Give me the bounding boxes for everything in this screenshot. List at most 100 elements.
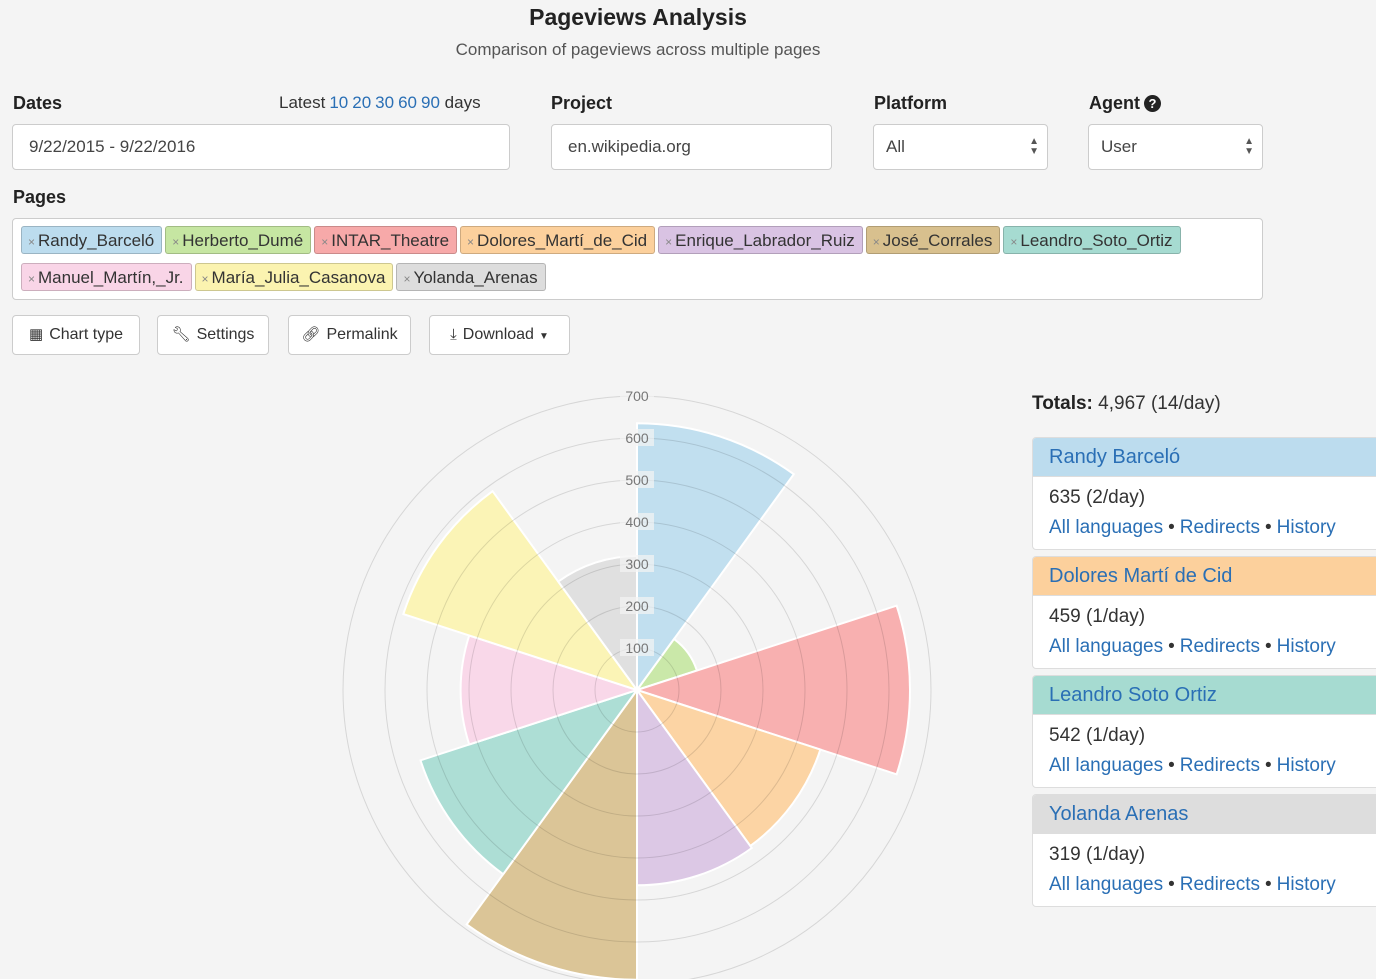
latest-20-link[interactable]: 20 — [352, 93, 371, 112]
page-tag[interactable]: × Herberto_Dumé — [165, 226, 312, 254]
download-button[interactable]: ⤓ Download ▼ — [429, 315, 570, 355]
separator-dot: • — [1168, 755, 1175, 776]
separator-dot: • — [1168, 874, 1175, 895]
totals: Totals: 4,967 (14/day) — [1032, 393, 1221, 415]
page-tag[interactable]: × Enrique_Labrador_Ruiz — [658, 226, 863, 254]
link-icon: 🔗︎ — [301, 326, 321, 343]
separator-dot: • — [1168, 517, 1175, 538]
all-languages-link[interactable]: All languages — [1049, 755, 1163, 776]
platform-select[interactable]: All ▲ ▼ — [873, 124, 1048, 170]
remove-tag-icon[interactable]: × — [202, 272, 209, 286]
all-languages-link[interactable]: All languages — [1049, 874, 1163, 895]
remove-tag-icon[interactable]: × — [28, 272, 35, 286]
totals-label: Totals: — [1032, 393, 1093, 414]
project-input[interactable]: en.wikipedia.org — [551, 124, 832, 170]
card-value: 459 (1/day) — [1049, 606, 1146, 627]
page-subtitle: Comparison of pageviews across multiple … — [455, 40, 821, 59]
page-tag-label: Randy_Barceló — [38, 231, 155, 250]
polar-area-chart: 100 200 300 400 500 600 700 — [342, 387, 932, 979]
history-link[interactable]: History — [1277, 517, 1336, 538]
page-tag[interactable]: × José_Corrales — [865, 226, 1001, 254]
latest-suffix: days — [444, 93, 481, 112]
page-title: Pageviews Analysis — [529, 4, 747, 30]
remove-tag-icon[interactable]: × — [873, 235, 880, 249]
caret-down-icon: ▼ — [538, 331, 549, 342]
page-tag[interactable]: × INTAR_Theatre — [314, 226, 458, 254]
remove-tag-icon[interactable]: × — [172, 235, 179, 249]
page-summary-card: Dolores Martí de Cid 459 (1/day) All langu… — [1032, 556, 1376, 669]
remove-tag-icon[interactable]: × — [403, 272, 410, 286]
pages-tag-input[interactable]: × Randy_Barceló × Herberto_Dumé × INTAR_Theat… — [12, 218, 1263, 300]
card-title[interactable]: Randy Barceló — [1033, 438, 1376, 477]
agent-select[interactable]: User ▲ ▼ — [1088, 124, 1263, 170]
page-tag-label: José_Corrales — [882, 231, 993, 250]
tick-label: 700 — [625, 388, 649, 404]
remove-tag-icon[interactable]: × — [467, 235, 474, 249]
all-languages-link[interactable]: All languages — [1049, 636, 1163, 657]
page-tag-label: Manuel_Martín,_Jr. — [38, 268, 184, 287]
page-tag[interactable]: × Yolanda_Arenas — [396, 263, 546, 291]
page-tag-label: María_Julia_Casanova — [211, 268, 386, 287]
redirects-link[interactable]: Redirects — [1180, 636, 1260, 657]
separator-dot: • — [1265, 874, 1272, 895]
separator-dot: • — [1265, 755, 1272, 776]
history-link[interactable]: History — [1277, 636, 1336, 657]
remove-tag-icon[interactable]: × — [1010, 235, 1017, 249]
page-summary-card: Randy Barceló 635 (2/day) All languages • Re… — [1032, 437, 1376, 550]
page-tag[interactable]: × Leandro_Soto_Ortiz — [1003, 226, 1181, 254]
grid-icon: ▦ — [29, 326, 44, 343]
redirects-link[interactable]: Redirects — [1180, 874, 1260, 895]
latest-30-link[interactable]: 30 — [375, 93, 394, 112]
all-languages-link[interactable]: All languages — [1049, 517, 1163, 538]
pages-label: Pages — [13, 187, 67, 207]
card-title[interactable]: Yolanda Arenas — [1033, 795, 1376, 834]
page-summary-card: Leandro Soto Ortiz 542 (1/day) All languag… — [1032, 675, 1376, 788]
remove-tag-icon[interactable]: × — [321, 235, 328, 249]
remove-tag-icon[interactable]: × — [28, 235, 35, 249]
page-tag[interactable]: × Manuel_Martín,_Jr. — [21, 263, 192, 291]
date-range-input[interactable]: 9/22/2015 - 9/22/2016 — [12, 124, 510, 170]
select-arrows-icon: ▲ ▼ — [1029, 136, 1039, 157]
agent-label: Agent? — [1089, 93, 1161, 114]
page-tag-label: Herberto_Dumé — [182, 231, 304, 250]
totals-value: 4,967 (14/day) — [1098, 393, 1221, 414]
select-arrows-icon: ▲ ▼ — [1244, 136, 1254, 157]
chart-type-button[interactable]: ▦ Chart type — [12, 315, 140, 355]
separator-dot: • — [1168, 636, 1175, 657]
separator-dot: • — [1265, 517, 1272, 538]
redirects-link[interactable]: Redirects — [1180, 755, 1260, 776]
page-tag-label: Leandro_Soto_Ortiz — [1020, 231, 1173, 250]
page-tag-label: Enrique_Labrador_Ruiz — [675, 231, 855, 250]
card-value: 635 (2/day) — [1049, 487, 1146, 508]
tick-label: 400 — [625, 514, 649, 530]
card-title[interactable]: Leandro Soto Ortiz — [1033, 676, 1376, 715]
page-tag[interactable]: × Dolores_Martí_de_Cid — [460, 226, 656, 254]
tick-label: 200 — [625, 598, 649, 614]
page-tag[interactable]: × María_Julia_Casanova — [194, 263, 394, 291]
agent-value: User — [1101, 137, 1137, 156]
page-tag-label: INTAR_Theatre — [331, 231, 450, 250]
history-link[interactable]: History — [1277, 874, 1336, 895]
card-value: 542 (1/day) — [1049, 725, 1146, 746]
tick-label: 300 — [625, 556, 649, 572]
latest-90-link[interactable]: 90 — [421, 93, 440, 112]
tick-label: 600 — [625, 430, 649, 446]
latest-10-link[interactable]: 10 — [329, 93, 348, 112]
tick-label: 100 — [625, 640, 649, 656]
latest-60-link[interactable]: 60 — [398, 93, 417, 112]
redirects-link[interactable]: Redirects — [1180, 517, 1260, 538]
settings-button[interactable]: 🔧︎ Settings — [157, 315, 269, 355]
question-circle-icon[interactable]: ? — [1144, 95, 1161, 112]
history-link[interactable]: History — [1277, 755, 1336, 776]
separator-dot: • — [1265, 636, 1272, 657]
permalink-button[interactable]: 🔗︎ Permalink — [288, 315, 411, 355]
card-title[interactable]: Dolores Martí de Cid — [1033, 557, 1376, 596]
page-tag[interactable]: × Randy_Barceló — [21, 226, 163, 254]
project-label: Project — [551, 93, 613, 113]
platform-value: All — [886, 137, 905, 156]
remove-tag-icon[interactable]: × — [665, 235, 672, 249]
platform-label: Platform — [874, 93, 948, 113]
card-value: 319 (1/day) — [1049, 844, 1146, 865]
tick-label: 500 — [625, 472, 649, 488]
download-icon: ⤓ — [450, 326, 457, 343]
